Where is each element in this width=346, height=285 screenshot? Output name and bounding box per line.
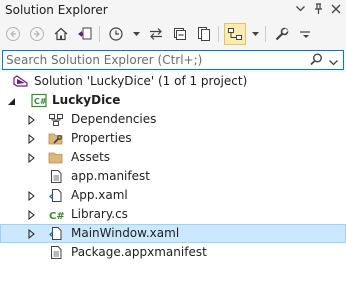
tree-item-label: Properties	[71, 131, 132, 145]
tree-item-project[interactable]: C# LuckyDice	[0, 91, 346, 110]
switch-views-icon[interactable]	[74, 23, 96, 45]
toolbar-separator	[218, 26, 219, 42]
preview-selected-items-icon[interactable]	[224, 23, 246, 45]
toolbar	[0, 21, 346, 47]
search-options-chevron-icon[interactable]	[329, 55, 338, 69]
csharp-project-icon: C#	[31, 93, 47, 108]
close-icon[interactable]	[330, 3, 342, 15]
toolbar-separator	[265, 26, 266, 42]
manifest-icon	[48, 169, 64, 184]
tree-item-package-appxmanifest[interactable]: Package.appxmanifest	[0, 243, 346, 262]
back-icon[interactable]	[2, 23, 24, 45]
collapsed-arrow-icon[interactable]	[27, 209, 36, 221]
tree-item-solution[interactable]: Solution 'LuckyDice' (1 of 1 project)	[0, 72, 346, 91]
tree-item-label: Library.cs	[71, 207, 128, 221]
tree-item-label: Package.appxmanifest	[71, 245, 207, 259]
filter-dropdown-chevron-icon[interactable]	[129, 23, 143, 45]
tree-item-label: app.manifest	[71, 169, 150, 183]
tree-item-mainwindow-xaml[interactable]: MainWindow.xaml	[0, 224, 346, 243]
toolbar-overflow-icon[interactable]	[295, 23, 317, 45]
solution-tree: Solution 'LuckyDice' (1 of 1 project) C#…	[0, 72, 346, 285]
tree-item-label: Assets	[71, 150, 111, 164]
tree-item-assets[interactable]: Assets	[0, 148, 346, 167]
window-options-chevron-icon[interactable]	[294, 3, 306, 15]
toolbar-separator	[99, 26, 100, 42]
search-icon[interactable]	[310, 53, 323, 69]
tree-item-app-manifest[interactable]: app.manifest	[0, 167, 346, 186]
collapsed-arrow-icon[interactable]	[27, 152, 36, 164]
folder-icon	[48, 150, 64, 165]
svg-text:C#: C#	[49, 211, 64, 222]
preview-dropdown-chevron-icon[interactable]	[248, 23, 262, 45]
tree-item-label: Dependencies	[71, 112, 157, 126]
tree-item-label: Solution 'LuckyDice' (1 of 1 project)	[34, 74, 248, 88]
tree-item-app-xaml[interactable]: App.xaml	[0, 186, 346, 205]
forward-icon[interactable]	[26, 23, 48, 45]
tree-item-label: LuckyDice	[52, 93, 121, 107]
collapse-all-icon[interactable]	[169, 23, 191, 45]
csharp-file-icon: C#	[48, 207, 64, 222]
svg-text:C#: C#	[34, 97, 47, 106]
tree-item-dependencies[interactable]: Dependencies	[0, 110, 346, 129]
window-title: Solution Explorer	[5, 3, 108, 17]
collapsed-arrow-icon[interactable]	[27, 114, 36, 126]
home-icon[interactable]	[50, 23, 72, 45]
pending-changes-filter-icon[interactable]	[105, 23, 127, 45]
tree-item-library-cs[interactable]: C# Library.cs	[0, 205, 346, 224]
properties-wrench-icon[interactable]	[271, 23, 293, 45]
tree-item-properties[interactable]: Properties	[0, 129, 346, 148]
expanded-arrow-icon[interactable]	[7, 95, 16, 105]
search-box[interactable]	[2, 50, 344, 70]
xaml-file-icon	[48, 226, 64, 241]
dependencies-icon	[48, 112, 64, 127]
show-all-files-icon[interactable]	[193, 23, 215, 45]
pin-icon[interactable]	[312, 3, 324, 15]
collapsed-arrow-icon[interactable]	[27, 228, 36, 240]
manifest-icon	[48, 245, 64, 260]
search-input[interactable]	[6, 52, 306, 67]
properties-folder-icon	[48, 131, 64, 146]
sync-with-active-document-icon[interactable]	[145, 23, 167, 45]
title-bar: Solution Explorer	[0, 0, 346, 20]
solution-icon	[13, 74, 29, 89]
tree-item-label: MainWindow.xaml	[71, 226, 180, 240]
xaml-file-icon	[48, 188, 64, 203]
collapsed-arrow-icon[interactable]	[27, 133, 36, 145]
tree-item-label: App.xaml	[71, 188, 128, 202]
collapsed-arrow-icon[interactable]	[27, 190, 36, 202]
